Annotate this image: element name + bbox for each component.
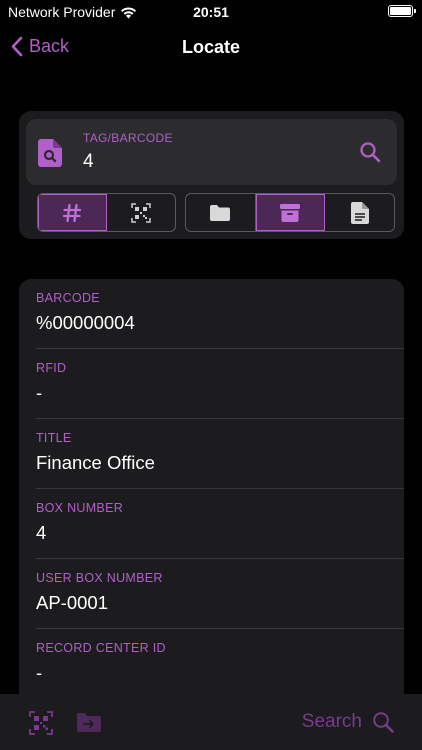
search-button[interactable]: Search	[302, 711, 394, 733]
detail-row-record-center-id: RECORD CENTER ID -	[19, 629, 404, 699]
search-icon[interactable]	[359, 141, 381, 163]
battery-icon	[388, 5, 416, 17]
box-type-button[interactable]	[255, 194, 326, 231]
field-label: BARCODE	[36, 291, 100, 305]
detail-row-box-number: BOX NUMBER 4	[19, 489, 404, 559]
hash-mode-button[interactable]	[38, 194, 107, 231]
document-search-icon	[38, 139, 62, 167]
tag-barcode-field[interactable]: TAG/BARCODE	[26, 119, 397, 185]
document-icon	[350, 201, 369, 224]
search-icon	[373, 712, 394, 733]
field-label: BOX NUMBER	[36, 501, 124, 515]
move-to-folder-icon[interactable]	[76, 712, 102, 733]
field-label: TITLE	[36, 431, 72, 445]
field-value: AP-0001	[36, 592, 108, 613]
detail-row-title: TITLE Finance Office	[19, 419, 404, 489]
item-type-segment	[185, 193, 395, 232]
navigation-bar: Back Locate	[0, 28, 422, 68]
search-button-label: Search	[301, 711, 362, 732]
detail-row-rfid: RFID -	[19, 349, 404, 419]
field-value: 4	[36, 522, 47, 543]
status-bar: Network Provider 20:51	[0, 0, 422, 26]
search-card: TAG/BARCODE	[19, 111, 404, 239]
qr-code-icon	[131, 202, 151, 223]
search-mode-segment	[37, 193, 176, 232]
scan-qr-icon[interactable]	[29, 711, 53, 735]
tag-barcode-input[interactable]	[83, 151, 333, 173]
hash-icon	[62, 203, 82, 222]
qr-mode-button[interactable]	[107, 194, 175, 231]
field-value: Finance Office	[36, 452, 155, 473]
archive-box-icon	[280, 203, 300, 222]
tag-barcode-label: TAG/BARCODE	[83, 131, 173, 145]
field-label: RECORD CENTER ID	[36, 641, 166, 655]
folder-icon	[210, 204, 231, 221]
field-label: RFID	[36, 361, 67, 375]
field-value: -	[36, 382, 43, 403]
detail-row-barcode: BARCODE %00000004	[19, 279, 404, 349]
field-value: -	[36, 662, 43, 683]
field-value: %00000004	[36, 312, 135, 333]
clock: 20:51	[193, 4, 229, 20]
folder-type-button[interactable]	[186, 194, 256, 231]
record-details-card: BARCODE %00000004 RFID - TITLE Finance O…	[19, 279, 404, 709]
document-type-button[interactable]	[325, 194, 394, 231]
page-title: Locate	[181, 37, 241, 57]
detail-row-user-box-number: USER BOX NUMBER AP-0001	[19, 559, 404, 629]
bottom-toolbar: Search	[0, 694, 422, 750]
field-label: USER BOX NUMBER	[36, 571, 163, 585]
